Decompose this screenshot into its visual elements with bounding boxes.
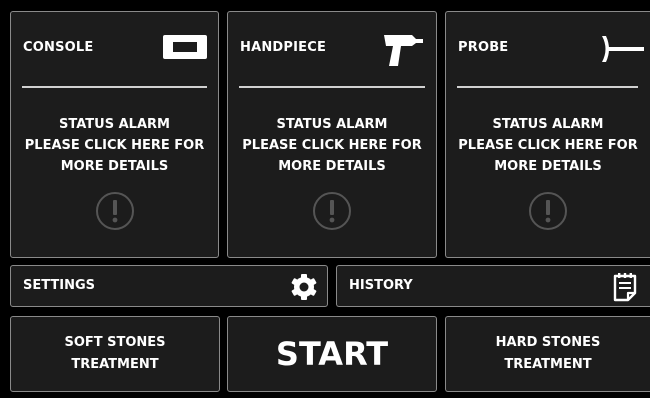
handpiece-panel-title: HANDPIECE — [240, 40, 327, 55]
click-details-text: PLEASE CLICK HERE FOR — [24, 138, 205, 153]
notepad-icon — [612, 271, 638, 307]
exclamation-circle-icon — [528, 191, 568, 235]
status-alarm-text: STATUS ALARM — [276, 117, 388, 132]
exclamation-circle-icon — [312, 191, 352, 235]
console-divider — [22, 86, 207, 88]
probe-status-message: STATUS ALARM PLEASE CLICK HERE FOR MORE … — [446, 114, 650, 177]
settings-button[interactable]: SETTINGS — [10, 265, 328, 307]
more-details-text: MORE DETAILS — [60, 159, 169, 174]
status-alarm-text: STATUS ALARM — [59, 117, 170, 132]
gear-icon — [289, 272, 319, 306]
console-panel-title: CONSOLE — [23, 40, 94, 55]
handpiece-status-message: STATUS ALARM PLEASE CLICK HERE FOR MORE … — [228, 114, 436, 177]
console-status-message: STATUS ALARM PLEASE CLICK HERE FOR MORE … — [11, 114, 218, 177]
exclamation-circle-icon — [95, 191, 135, 235]
click-details-text: PLEASE CLICK HERE FOR — [458, 138, 638, 153]
probe-icon — [598, 32, 644, 70]
probe-divider — [457, 86, 638, 88]
probe-status-panel[interactable]: PROBE STATUS ALARM PLEASE CLICK HERE FOR… — [445, 11, 650, 258]
click-details-text: PLEASE CLICK HERE FOR — [242, 138, 422, 153]
hard-stones-treatment-button[interactable]: HARD STONES TREATMENT — [445, 316, 650, 392]
handpiece-status-panel[interactable]: HANDPIECE STATUS ALARM PLEASE CLICK HERE… — [227, 11, 437, 258]
start-label: START — [275, 335, 389, 373]
handpiece-divider — [239, 86, 425, 88]
status-alarm-text: STATUS ALARM — [492, 117, 604, 132]
soft-stones-line2: TREATMENT — [71, 357, 159, 372]
handpiece-icon — [382, 32, 424, 72]
more-details-text: MORE DETAILS — [494, 159, 602, 174]
hard-stones-line2: TREATMENT — [504, 357, 592, 372]
more-details-text: MORE DETAILS — [278, 159, 386, 174]
probe-panel-title: PROBE — [458, 40, 509, 55]
history-label: HISTORY — [349, 278, 413, 293]
soft-stones-treatment-button[interactable]: SOFT STONES TREATMENT — [10, 316, 220, 392]
history-button[interactable]: HISTORY — [336, 265, 650, 307]
start-button[interactable]: START — [227, 316, 437, 392]
soft-stones-line1: SOFT STONES — [64, 335, 166, 350]
console-icon — [162, 34, 208, 64]
settings-label: SETTINGS — [23, 278, 96, 293]
hard-stones-line1: HARD STONES — [495, 335, 601, 350]
console-status-panel[interactable]: CONSOLE STATUS ALARM PLEASE CLICK HERE F… — [10, 11, 219, 258]
